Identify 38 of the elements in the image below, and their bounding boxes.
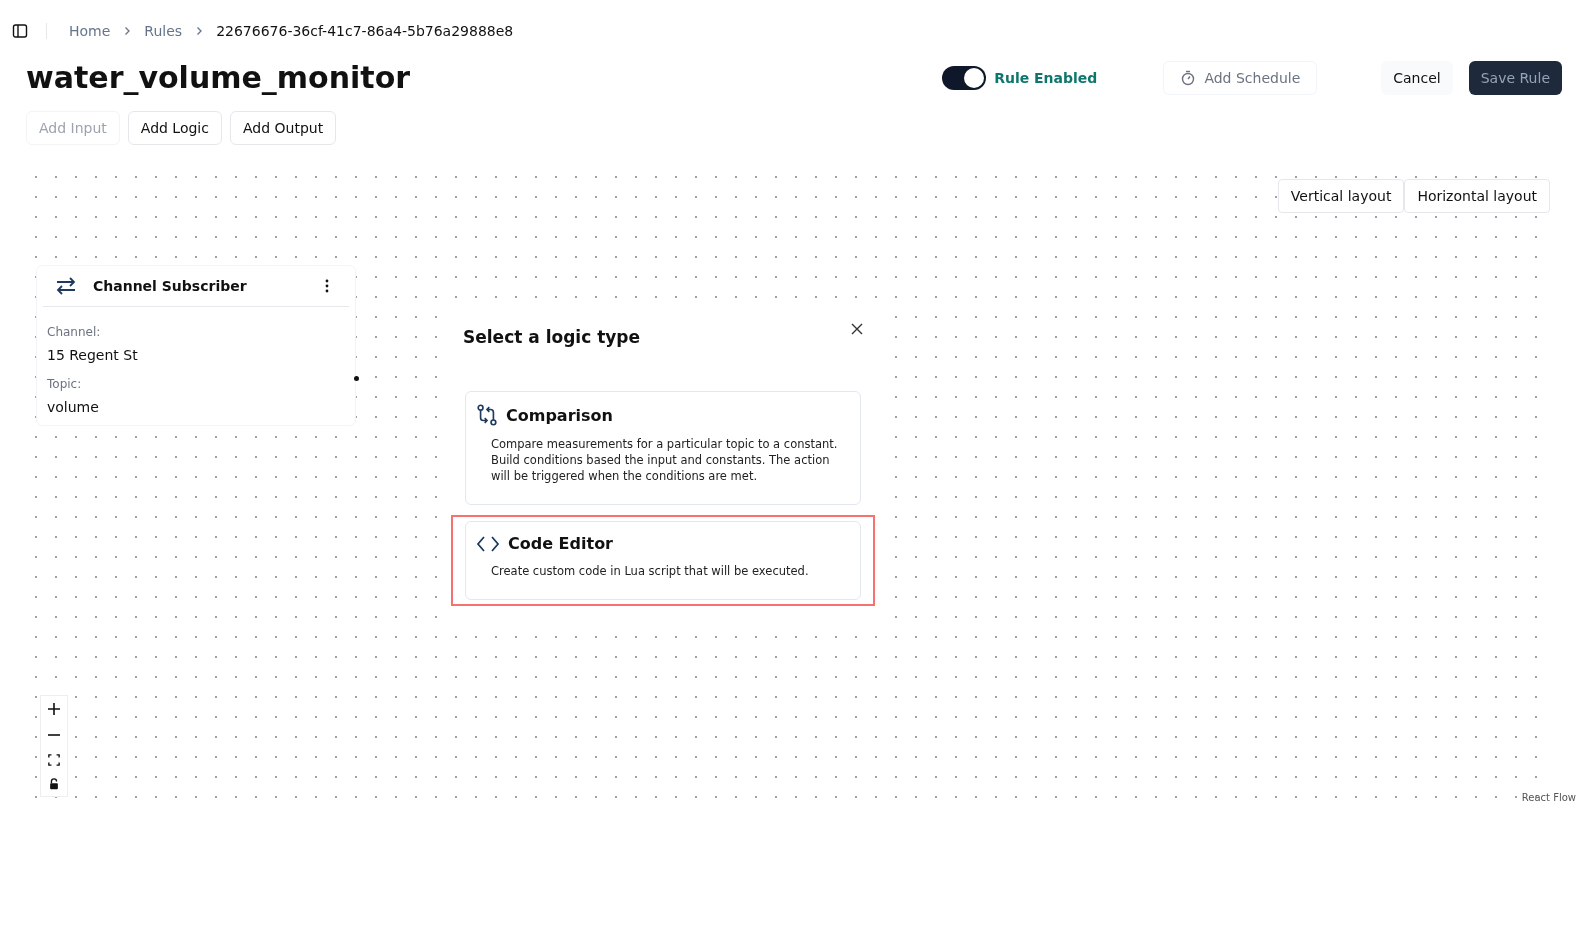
field-value: 15 Regent St bbox=[47, 347, 139, 363]
toggle-label: Rule Enabled bbox=[994, 69, 1098, 86]
save-rule-button[interactable]: Save Rule bbox=[1468, 60, 1562, 95]
more-vertical-icon[interactable] bbox=[325, 279, 329, 293]
git-compare-icon bbox=[476, 404, 498, 426]
swap-arrows-icon bbox=[55, 276, 77, 296]
breadcrumb-link[interactable]: Home bbox=[69, 23, 111, 39]
field-label: Channel: bbox=[47, 325, 102, 339]
rule-title: water_volume_monitor bbox=[26, 60, 411, 95]
toggle-switch[interactable] bbox=[942, 65, 987, 90]
breadcrumb-current: 22676676-36cf-41c7-86a4-5b76a29888e8 bbox=[216, 23, 514, 39]
zoom-in-icon[interactable] bbox=[47, 702, 61, 716]
toolbar-button[interactable]: Add Output bbox=[229, 111, 337, 145]
lock-icon[interactable] bbox=[48, 778, 60, 790]
logic-option-card[interactable]: Comparison Compare measurements for a particular topic to a constant. Build conditions based the input and constants. The action will be triggered when the conditions are met. bbox=[465, 391, 861, 505]
dialog-title: Select a logic type bbox=[463, 327, 641, 347]
option-title: Comparison bbox=[506, 405, 613, 425]
attribution-text[interactable]: React Flow bbox=[1521, 792, 1576, 803]
connection-handle[interactable] bbox=[354, 376, 359, 381]
fit-view-icon[interactable] bbox=[48, 754, 60, 766]
logic-option-card[interactable]: Code Editor Create custom code in Lua script that will be executed. bbox=[465, 521, 861, 600]
field-value: volume bbox=[47, 399, 100, 415]
layout-button[interactable]: Horizontal layout bbox=[1404, 179, 1550, 213]
node-title: Channel Subscriber bbox=[93, 278, 247, 294]
toolbar-button[interactable]: Add Logic bbox=[127, 111, 222, 145]
sidebar-toggle-icon[interactable] bbox=[12, 23, 28, 39]
layout-button[interactable]: Vertical layout bbox=[1277, 179, 1405, 213]
node-card[interactable]: Channel Subscriber Channel: 15 Regent St Topic: volume bbox=[36, 265, 356, 426]
option-title: Code Editor bbox=[508, 534, 613, 553]
option-description: Create custom code in Lua script that will be executed. bbox=[490, 563, 810, 579]
timer-icon bbox=[1180, 69, 1197, 86]
field-label: Topic: bbox=[47, 377, 83, 391]
code-brackets-icon bbox=[476, 534, 500, 553]
add-schedule-button[interactable]: Add Schedule bbox=[1163, 60, 1318, 95]
close-icon[interactable] bbox=[851, 323, 863, 335]
breadcrumb-link[interactable]: Rules bbox=[144, 23, 183, 39]
option-description: Compare measurements for a particular topic to a constant. Build conditions based the input and constants. The action will be triggered when the conditions are met. bbox=[490, 436, 839, 484]
cancel-button[interactable]: Cancel bbox=[1381, 60, 1453, 95]
